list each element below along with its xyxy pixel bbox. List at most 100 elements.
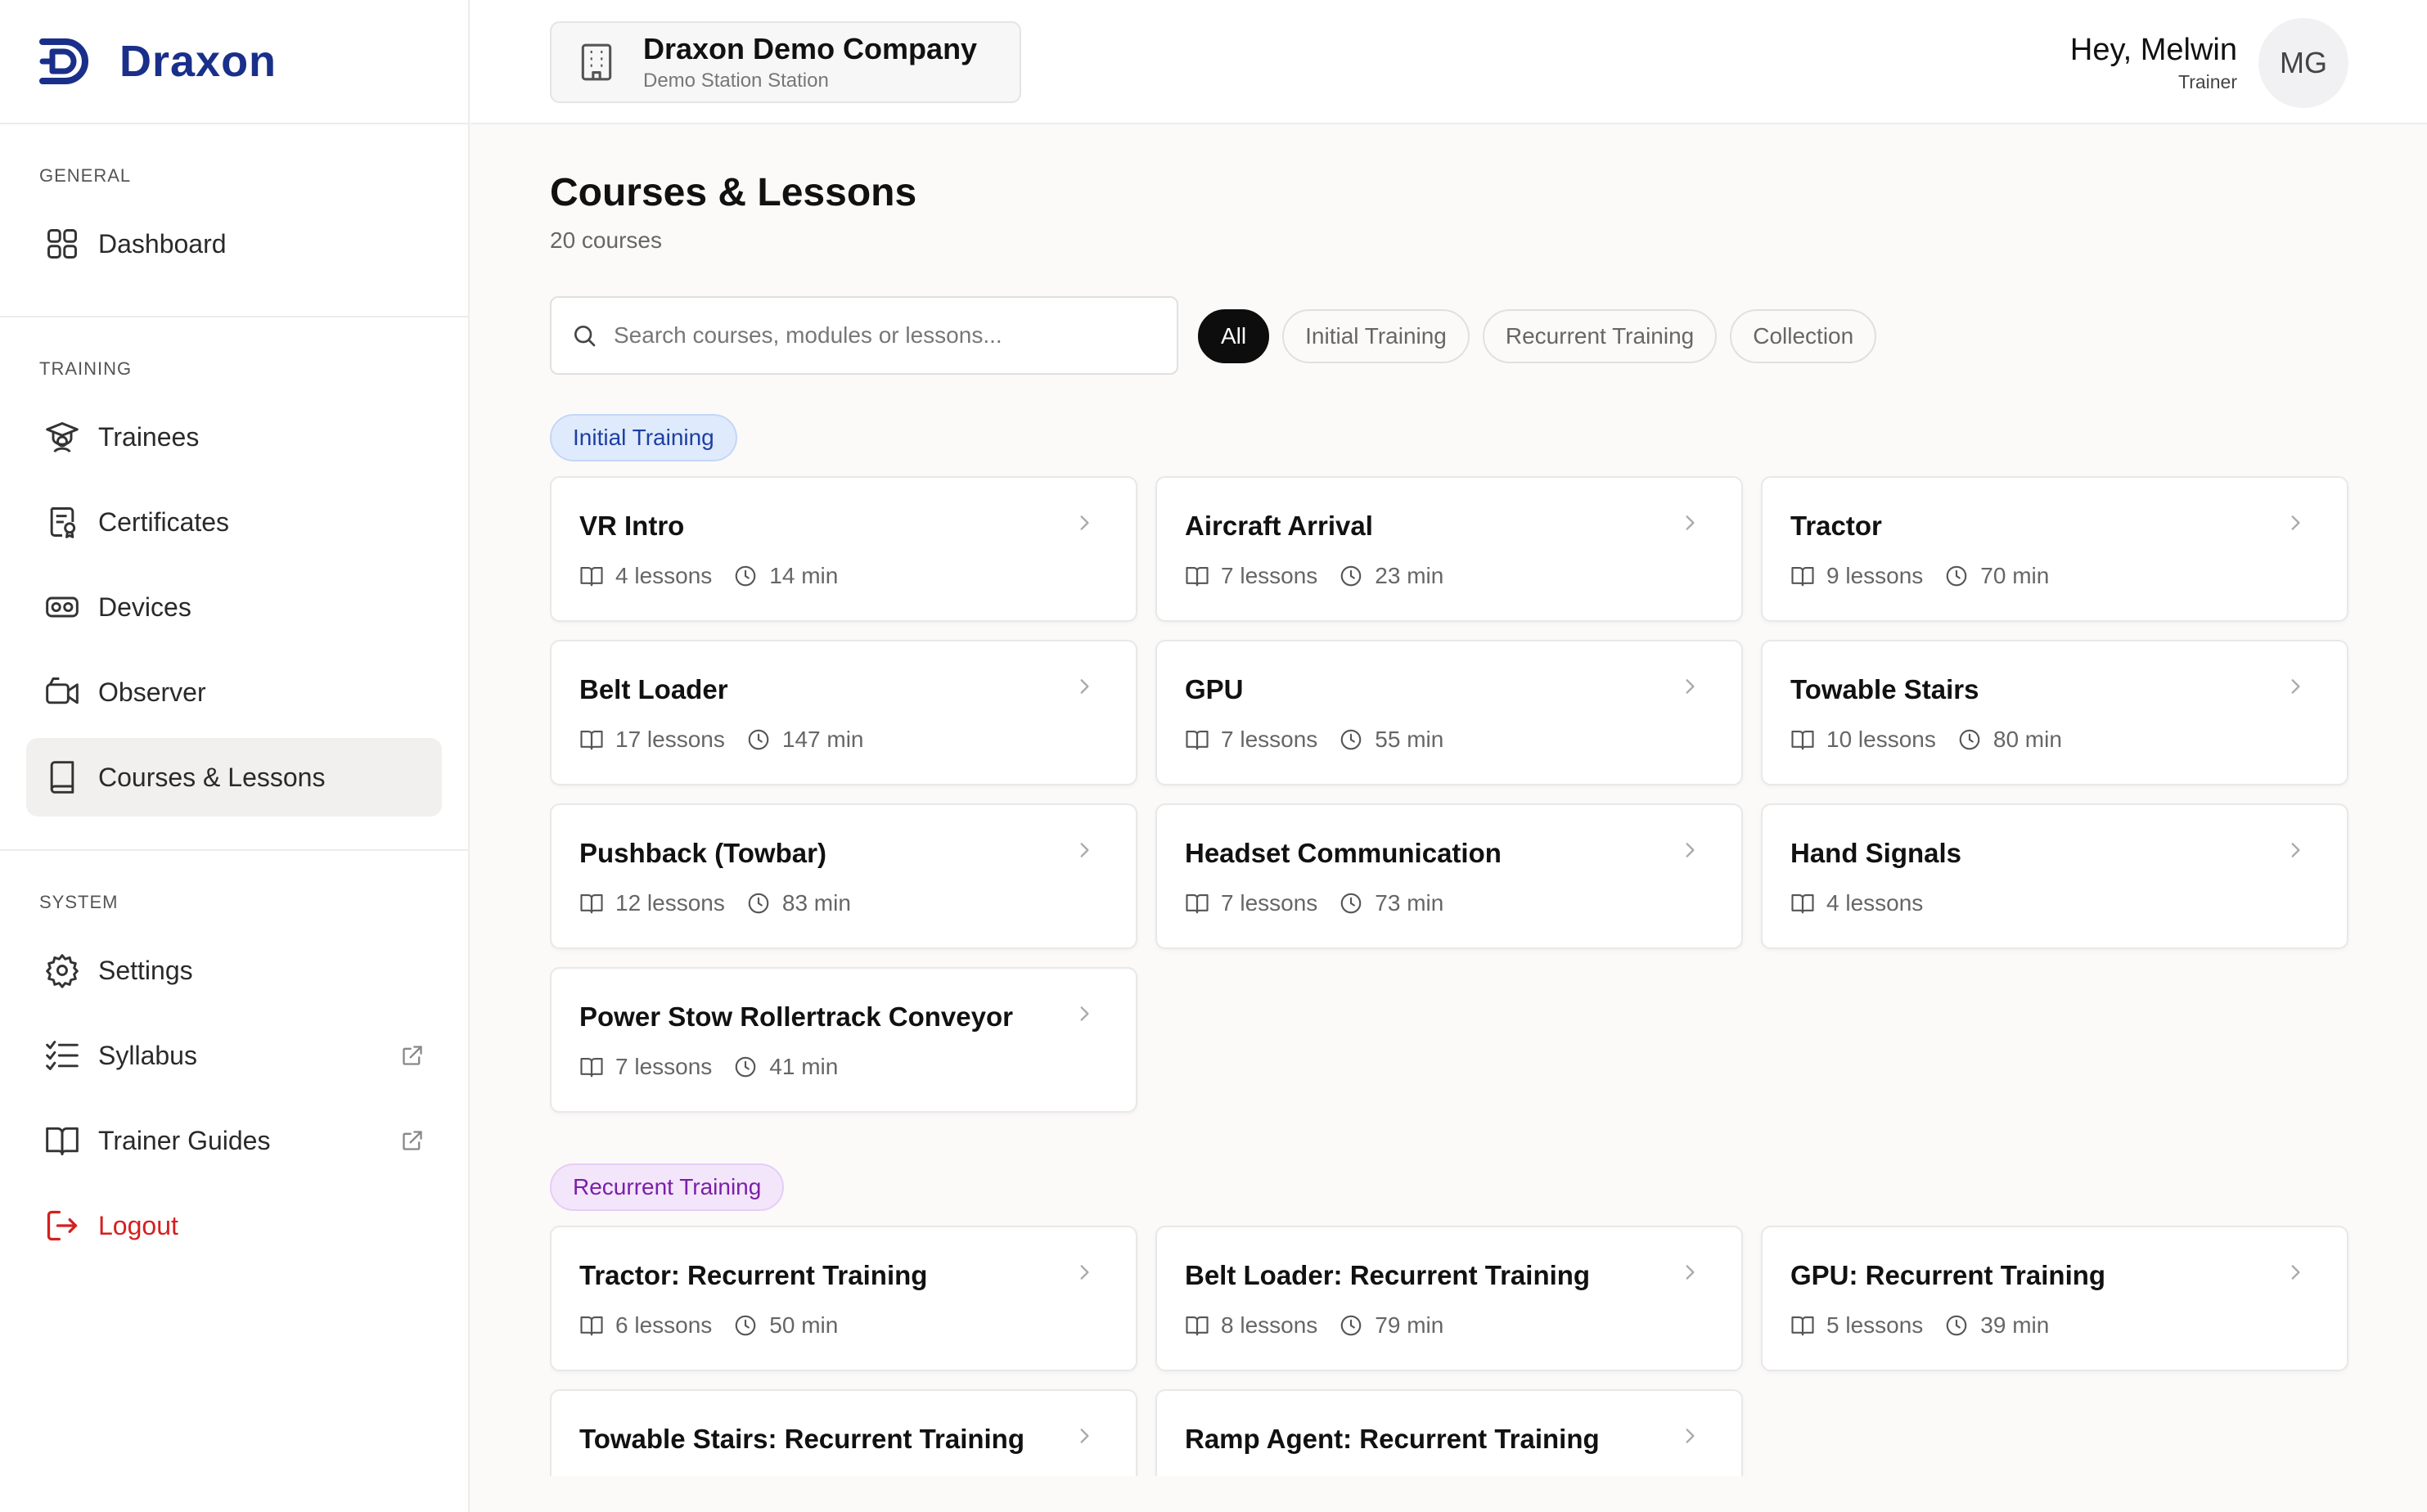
chevron-right-icon xyxy=(1080,515,1089,530)
course-title: Power Stow Rollertrack Conveyor xyxy=(579,1001,1013,1032)
top-header: Draxon Demo Company Demo Station Station… xyxy=(471,0,2427,124)
user-menu[interactable]: Hey, Melwin Trainer MG xyxy=(2070,18,2348,108)
duration-text: 50 min xyxy=(769,1312,839,1338)
chevron-right-icon xyxy=(1686,1429,1695,1443)
book-open-icon xyxy=(1791,730,1814,750)
company-name: Draxon Demo Company xyxy=(643,32,978,65)
course-title: Tractor: Recurrent Training xyxy=(579,1260,928,1290)
course-meta: 6 lessons 50 min xyxy=(579,1312,1108,1339)
course-card[interactable]: Towable Stairs: Recurrent Training xyxy=(550,1389,1137,1476)
course-card[interactable]: GPU: Recurrent Training 5 lessons 39 min xyxy=(1761,1226,2348,1371)
course-title: Aircraft Arrival xyxy=(1185,511,1373,541)
sidebar-item-label: Settings xyxy=(98,955,193,985)
course-card[interactable]: Aircraft Arrival 7 lessons 23 min xyxy=(1155,476,1743,622)
lesson-count: 10 lessons xyxy=(1790,727,1936,753)
course-meta: 7 lessons 41 min xyxy=(579,1054,1108,1080)
course-card[interactable]: Power Stow Rollertrack Conveyor 7 lesson… xyxy=(550,967,1137,1113)
grid-icon xyxy=(47,229,77,259)
clock-icon xyxy=(1946,565,1967,587)
avatar[interactable]: MG xyxy=(2258,18,2348,108)
duration: 73 min xyxy=(1339,890,1443,916)
course-card[interactable]: Tractor 9 lessons 70 min xyxy=(1761,476,2348,622)
lesson-count-text: 6 lessons xyxy=(615,1312,713,1338)
filter-chip-initial-training[interactable]: Initial Training xyxy=(1282,309,1470,363)
sidebar-item-logout[interactable]: Logout xyxy=(26,1186,442,1265)
company-switcher[interactable]: Draxon Demo Company Demo Station Station xyxy=(550,21,1021,103)
chevron-right-icon xyxy=(1080,1429,1089,1443)
duration-text: 80 min xyxy=(1992,727,2062,752)
course-meta: 4 lessons 14 min xyxy=(579,563,1108,589)
clock-icon xyxy=(1340,729,1362,750)
sidebar-item-dashboard[interactable]: Dashboard xyxy=(26,205,442,283)
filter-chip-recurrent-training[interactable]: Recurrent Training xyxy=(1482,309,1718,363)
sidebar-item-label: Logout xyxy=(98,1210,178,1240)
duration: 41 min xyxy=(733,1054,838,1080)
book-open-icon xyxy=(1186,566,1209,587)
sidebar-item-label: Trainees xyxy=(98,421,200,452)
course-card[interactable]: Headset Communication 7 lessons 73 min xyxy=(1155,803,1743,949)
course-card[interactable]: Pushback (Towbar) 12 lessons 83 min xyxy=(550,803,1137,949)
duration: 80 min xyxy=(1957,727,2062,753)
sidebar-item-trainer-guides[interactable]: Trainer Guides xyxy=(26,1101,442,1180)
sidebar-item-label: Courses & Lessons xyxy=(98,762,326,792)
chevron-right-icon xyxy=(2291,515,2300,530)
section-label: TRAINING xyxy=(39,358,133,379)
course-title: Belt Loader xyxy=(579,674,728,704)
duration: 83 min xyxy=(746,890,851,916)
duration: 23 min xyxy=(1339,563,1443,589)
sidebar-item-observer[interactable]: Observer xyxy=(26,653,442,731)
book-open-icon xyxy=(580,893,603,914)
duration: 39 min xyxy=(1944,1312,2049,1339)
search-input[interactable] xyxy=(614,322,1170,349)
book-open-icon xyxy=(1791,566,1814,587)
course-card[interactable]: Tractor: Recurrent Training 6 lessons 50… xyxy=(550,1226,1137,1371)
sidebar-item-settings[interactable]: Settings xyxy=(26,931,442,1010)
clock-icon xyxy=(1340,893,1362,914)
chevron-right-icon xyxy=(2291,1265,2300,1280)
external-link-icon xyxy=(403,1046,422,1065)
nav-section-training: TRAINING Trainees Certificates Devices O… xyxy=(0,317,468,851)
sidebar-item-devices[interactable]: Devices xyxy=(26,568,442,646)
course-card[interactable]: Ramp Agent: Recurrent Training xyxy=(1155,1389,1743,1476)
book-open-icon xyxy=(580,1316,603,1336)
duration-text: 147 min xyxy=(781,727,864,752)
lesson-count-text: 4 lessons xyxy=(1826,890,1924,916)
course-card[interactable]: Belt Loader 17 lessons 147 min xyxy=(550,640,1137,785)
vr-headset-icon xyxy=(46,596,79,618)
book-open-icon xyxy=(1186,893,1209,914)
sidebar-item-syllabus[interactable]: Syllabus xyxy=(26,1016,442,1095)
clock-icon xyxy=(748,893,769,914)
filter-chip-all[interactable]: All xyxy=(1198,309,1270,363)
course-card[interactable]: Hand Signals 4 lessons xyxy=(1761,803,2348,949)
course-meta: 9 lessons 70 min xyxy=(1790,563,2319,589)
main-content: Courses & Lessons 20 courses All Initial… xyxy=(550,124,2350,1476)
book-open-icon xyxy=(580,730,603,750)
sidebar-item-label: Syllabus xyxy=(98,1040,197,1070)
course-card[interactable]: GPU 7 lessons 55 min xyxy=(1155,640,1743,785)
sidebar-item-trainees[interactable]: Trainees xyxy=(26,398,442,476)
course-card[interactable]: Belt Loader: Recurrent Training 8 lesson… xyxy=(1155,1226,1743,1371)
external-link-icon xyxy=(403,1131,422,1150)
course-meta: 17 lessons 147 min xyxy=(579,727,1108,753)
lesson-count-text: 7 lessons xyxy=(1221,727,1318,752)
clock-icon xyxy=(1340,565,1362,587)
course-title: VR Intro xyxy=(579,511,685,541)
filter-chip-collection[interactable]: Collection xyxy=(1730,309,1877,363)
chevron-right-icon xyxy=(1080,1006,1089,1021)
course-card[interactable]: VR Intro 4 lessons 14 min xyxy=(550,476,1137,622)
search-box[interactable] xyxy=(550,296,1178,375)
book-open-icon xyxy=(580,1057,603,1078)
course-meta: 4 lessons xyxy=(1790,890,2319,916)
course-meta: 7 lessons 55 min xyxy=(1185,727,1713,753)
chevron-right-icon xyxy=(1686,679,1695,694)
course-title: Towable Stairs xyxy=(1790,674,1979,704)
lesson-count-text: 10 lessons xyxy=(1826,727,1936,752)
course-card[interactable]: Towable Stairs 10 lessons 80 min xyxy=(1761,640,2348,785)
sidebar-item-certificates[interactable]: Certificates xyxy=(26,483,442,561)
duration: 79 min xyxy=(1339,1312,1443,1339)
course-meta: 10 lessons 80 min xyxy=(1790,727,2319,753)
clock-icon xyxy=(735,1315,756,1336)
sidebar-item-courses-lessons[interactable]: Courses & Lessons xyxy=(26,738,442,817)
logo[interactable]: Draxon xyxy=(0,0,468,124)
chevron-right-icon xyxy=(1080,679,1089,694)
